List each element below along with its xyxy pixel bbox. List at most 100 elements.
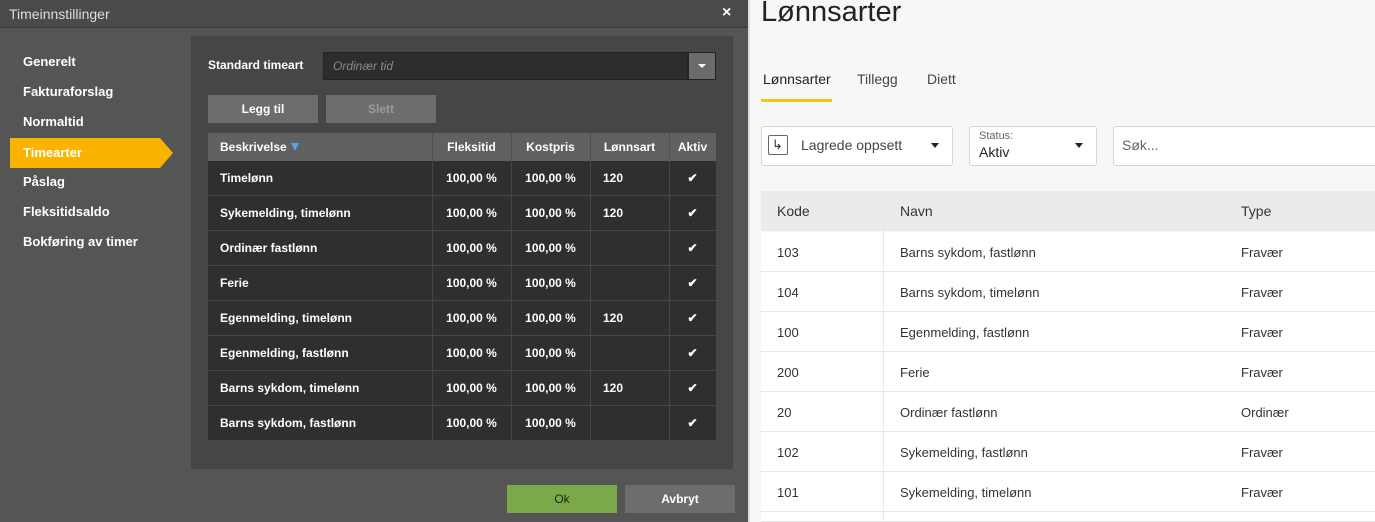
col-header-aktiv[interactable]: Aktiv	[669, 133, 716, 161]
lonnsarter-table-header	[761, 191, 1375, 231]
cell-fleksitid: 100,00 %	[446, 416, 497, 430]
column-divider	[590, 371, 591, 406]
check-icon: ✔	[687, 311, 698, 325]
tab-tillegg[interactable]: Tillegg	[857, 71, 898, 87]
cell-type: Fravær	[1241, 245, 1283, 260]
cell-beskrivelse: Ferie	[220, 276, 249, 290]
cell-navn: Ferie	[900, 365, 930, 380]
tab-lonnsarter[interactable]: Lønnsarter	[763, 71, 831, 87]
cell-navn: Ordinær fastlønn	[900, 405, 998, 420]
search-placeholder: Søk...	[1122, 137, 1159, 153]
cell-beskrivelse: Timelønn	[220, 171, 274, 185]
sort-desc-icon	[291, 143, 299, 151]
cell-beskrivelse: Sykemelding, timelønn	[220, 206, 351, 220]
cell-kode: 200	[777, 365, 799, 380]
cell-type: Fravær	[1241, 325, 1283, 340]
column-divider	[590, 336, 591, 371]
cell-type: Fravær	[1241, 285, 1283, 300]
cell-fleksitid: 100,00 %	[446, 346, 497, 360]
chevron-down-icon	[698, 64, 706, 68]
cell-lonnsart: 120	[603, 381, 624, 395]
dialog-title: Timeinnstillinger	[9, 6, 110, 22]
standard-timeart-select[interactable]: Ordinær tid	[323, 52, 688, 80]
dialog-titlebar	[0, 0, 748, 28]
close-icon[interactable]: ×	[722, 4, 731, 22]
cell-beskrivelse: Egenmelding, timelønn	[220, 311, 353, 325]
column-divider	[590, 231, 591, 266]
cell-lonnsart: 120	[603, 311, 624, 325]
column-divider	[590, 266, 591, 301]
add-button[interactable]: Legg til	[208, 95, 318, 123]
cell-type: Fravær	[1241, 445, 1283, 460]
tab-diett[interactable]: Diett	[927, 71, 956, 87]
standard-timeart-label: Standard timeart	[208, 58, 304, 72]
col-header-fleksitid[interactable]: Fleksitid	[432, 133, 511, 161]
cell-lonnsart	[603, 266, 669, 301]
saved-setup-label: Lagrede oppsett	[801, 137, 903, 153]
column-divider	[511, 133, 512, 161]
column-divider	[590, 196, 591, 231]
cell-lonnsart: 120	[603, 206, 624, 220]
delete-button[interactable]: Slett	[326, 95, 436, 123]
col-header-beskrivelse[interactable]: Beskrivelse	[220, 133, 287, 161]
cell-fleksitid: 100,00 %	[446, 241, 497, 255]
ok-button[interactable]: Ok	[507, 485, 617, 513]
check-icon: ✔	[687, 381, 698, 395]
cell-kode: 100	[777, 325, 799, 340]
nav-item-timearter[interactable]: Timearter	[10, 138, 160, 168]
nav-item-fakturaforslag[interactable]: Fakturaforslag	[10, 78, 160, 106]
table-row-partial	[761, 512, 1375, 522]
cell-kostpris: 100,00 %	[525, 206, 576, 220]
col-header-kostpris[interactable]: Kostpris	[511, 133, 590, 161]
cancel-button[interactable]: Avbryt	[625, 485, 735, 513]
page-title: Lønnsarter	[761, 0, 902, 28]
cell-kostpris: 100,00 %	[525, 416, 576, 430]
cell-navn: Barns sykdom, timelønn	[900, 285, 1040, 300]
col-header-type[interactable]: Type	[1241, 203, 1271, 219]
column-divider	[590, 301, 591, 336]
check-icon: ✔	[687, 241, 698, 255]
active-tab-indicator	[761, 99, 832, 102]
cell-beskrivelse: Barns sykdom, timelønn	[220, 381, 360, 395]
column-divider	[432, 133, 433, 161]
col-header-navn[interactable]: Navn	[900, 203, 933, 219]
cell-navn: Sykemelding, timelønn	[900, 485, 1032, 500]
active-nav-arrow	[160, 138, 173, 168]
status-label: Status:	[979, 130, 1014, 142]
cell-kostpris: 100,00 %	[525, 381, 576, 395]
nav-item-normaltid[interactable]: Normaltid	[10, 108, 160, 136]
cell-kode: 101	[777, 485, 799, 500]
cell-navn: Egenmelding, fastlønn	[900, 325, 1030, 340]
col-header-lonnsart[interactable]: Lønnsart	[590, 133, 669, 161]
cell-kostpris: 100,00 %	[525, 171, 576, 185]
cell-lonnsart	[603, 336, 669, 371]
cell-beskrivelse: Barns sykdom, fastlønn	[220, 416, 357, 430]
check-icon: ✔	[687, 171, 698, 185]
nav-item-fleksitidsaldo[interactable]: Fleksitidsaldo	[10, 198, 160, 226]
status-value: Aktiv	[979, 144, 1010, 160]
cell-fleksitid: 100,00 %	[446, 171, 497, 185]
column-divider	[669, 133, 670, 161]
check-icon: ✔	[687, 206, 698, 220]
cell-type: Fravær	[1241, 365, 1283, 380]
cell-kode: 103	[777, 245, 799, 260]
nav-item-bokforing[interactable]: Bokføring av timer	[10, 228, 160, 256]
check-icon: ✔	[687, 346, 698, 360]
cell-lonnsart	[603, 406, 669, 441]
cell-lonnsart: 120	[603, 171, 624, 185]
check-icon: ✔	[687, 276, 698, 290]
chevron-down-icon	[931, 143, 939, 148]
column-divider	[590, 406, 591, 441]
cell-beskrivelse: Ordinær fastlønn	[220, 241, 318, 255]
col-header-kode[interactable]: Kode	[777, 203, 810, 219]
nav-item-generelt[interactable]: Generelt	[10, 48, 160, 76]
cell-fleksitid: 100,00 %	[446, 311, 497, 325]
cell-fleksitid: 100,00 %	[446, 381, 497, 395]
nav-item-paslag[interactable]: Påslag	[10, 168, 160, 196]
cell-kostpris: 100,00 %	[525, 311, 576, 325]
cell-fleksitid: 100,00 %	[446, 276, 497, 290]
column-divider	[590, 133, 591, 161]
turn-arrow-icon: ↳	[772, 137, 783, 152]
cell-lonnsart	[603, 231, 669, 266]
cell-navn: Sykemelding, fastlønn	[900, 445, 1028, 460]
